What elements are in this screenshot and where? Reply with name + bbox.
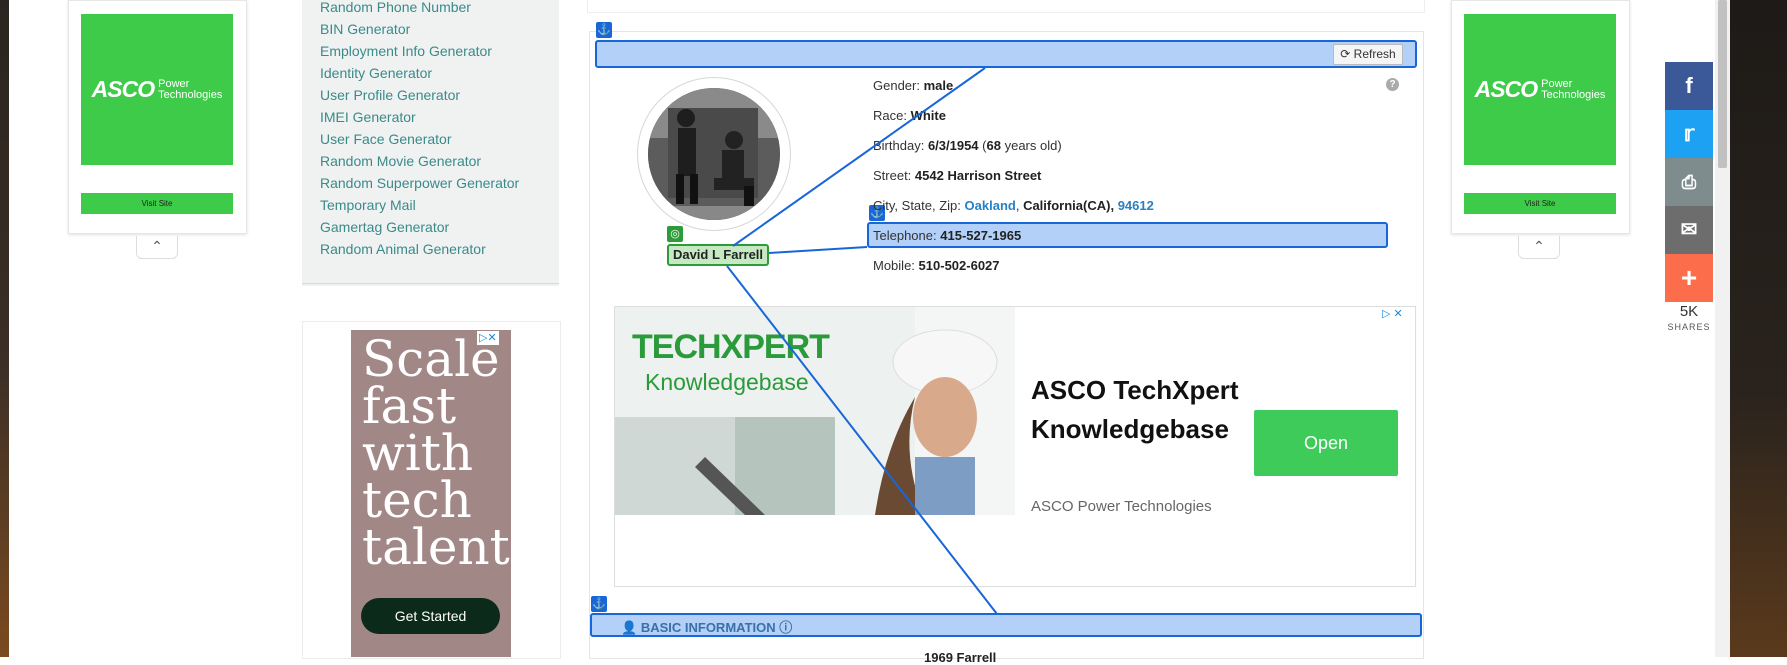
avatar bbox=[648, 88, 780, 220]
divider bbox=[302, 283, 559, 284]
anchor-icon: ⚓ bbox=[596, 22, 612, 38]
link-random-superpower-generator[interactable]: Random Superpower Generator bbox=[320, 175, 519, 191]
print-button[interactable]: ⎙ bbox=[1665, 158, 1713, 206]
link-bin-generator[interactable]: BIN Generator bbox=[320, 21, 410, 37]
gender-field: Gender: male bbox=[873, 78, 954, 93]
banner-ad-headline: ASCO TechXpert Knowledgebase bbox=[1031, 375, 1239, 444]
link-random-phone-number[interactable]: Random Phone Number bbox=[320, 0, 471, 15]
help-icon[interactable]: ? bbox=[1386, 78, 1399, 91]
get-started-button[interactable]: Get Started bbox=[361, 598, 500, 634]
techxpert-subtitle: Knowledgebase bbox=[645, 369, 809, 395]
banner-ad-advertiser: ASCO Power Technologies bbox=[1031, 498, 1212, 515]
link-user-face-generator[interactable]: User Face Generator bbox=[320, 131, 452, 147]
link-random-movie-generator[interactable]: Random Movie Generator bbox=[320, 153, 481, 169]
help-icon[interactable]: ⓘ bbox=[779, 620, 792, 635]
asco-logo: ASCO Power Technologies bbox=[1464, 14, 1616, 165]
city-state-zip-field: City, State, Zip: Oakland, California(CA… bbox=[873, 198, 1154, 213]
email-share-button[interactable]: ✉ bbox=[1665, 206, 1713, 254]
link-random-animal-generator[interactable]: Random Animal Generator bbox=[320, 241, 486, 257]
refresh-button[interactable]: ⟳ Refresh bbox=[1333, 44, 1403, 65]
ad-choices-icon[interactable]: ▷ ✕ bbox=[1380, 307, 1405, 321]
shares-label: SHARES bbox=[1667, 322, 1711, 332]
link-imei-generator[interactable]: IMEI Generator bbox=[320, 109, 416, 125]
card-header-highlight bbox=[595, 40, 1417, 68]
tall-ad[interactable]: Scale fast with tech talent Get Started bbox=[351, 330, 511, 657]
anchor-icon: ⚓ bbox=[591, 596, 607, 612]
banner-ad[interactable]: TECHXPERT Knowledgebase ASCO TechXpert K… bbox=[614, 306, 1416, 587]
tall-ad-headline: Scale fast with tech talent bbox=[362, 330, 510, 576]
street-field: Street: 4542 Harrison Street bbox=[873, 168, 1042, 183]
scrollbar-thumb[interactable] bbox=[1718, 0, 1727, 168]
side-ad-right[interactable]: ASCO Power Technologies Visit Site bbox=[1451, 0, 1630, 234]
more-share-button[interactable]: + bbox=[1665, 254, 1713, 302]
zip-link[interactable]: 94612 bbox=[1118, 198, 1154, 213]
side-ad-left[interactable]: ASCO Power Technologies Visit Site bbox=[68, 0, 247, 234]
collapse-ad-left-button[interactable]: ⌃ bbox=[136, 236, 178, 259]
race-field: Race: White bbox=[873, 108, 946, 123]
visit-site-button[interactable]: Visit Site bbox=[81, 193, 233, 214]
vertical-scrollbar[interactable] bbox=[1715, 0, 1730, 657]
link-temporary-mail[interactable]: Temporary Mail bbox=[320, 197, 416, 213]
visit-site-button[interactable]: Visit Site bbox=[1464, 193, 1616, 214]
share-count: 5K bbox=[1679, 303, 1699, 320]
ad-photo: TECHXPERT Knowledgebase bbox=[615, 307, 1015, 515]
link-gamertag-generator[interactable]: Gamertag Generator bbox=[320, 219, 449, 235]
link-user-profile-generator[interactable]: User Profile Generator bbox=[320, 87, 460, 103]
previous-card-edge bbox=[587, 0, 1425, 13]
twitter-share-button[interactable]: 𝕣 bbox=[1665, 110, 1713, 158]
facebook-share-button[interactable]: f bbox=[1665, 62, 1713, 110]
techxpert-logo: TECHXPERT bbox=[632, 328, 830, 366]
birthday-field: Birthday: 6/3/1954 (68 years old) bbox=[873, 138, 1062, 153]
desktop-edge-left bbox=[0, 0, 9, 657]
link-employment-info-generator[interactable]: Employment Info Generator bbox=[320, 43, 492, 59]
person-name: David L Farrell bbox=[667, 244, 769, 266]
telephone-field: Telephone: 415-527-1965 bbox=[873, 228, 1022, 243]
target-icon: ◎ bbox=[667, 226, 683, 242]
link-identity-generator[interactable]: Identity Generator bbox=[320, 65, 432, 81]
open-button[interactable]: Open bbox=[1254, 410, 1398, 476]
basic-info-first-line: 1969 Farrell bbox=[924, 650, 997, 665]
mobile-field: Mobile: 510-502-6027 bbox=[873, 258, 1000, 273]
basic-info-header: 👤 BASIC INFORMATION ⓘ bbox=[621, 620, 793, 635]
desktop-edge-right bbox=[1730, 0, 1787, 657]
ad-choices-icon[interactable]: ▷✕ bbox=[477, 331, 499, 345]
asco-logo: ASCO Power Technologies bbox=[81, 14, 233, 165]
city-link[interactable]: Oakland bbox=[965, 198, 1016, 213]
collapse-ad-right-button[interactable]: ⌃ bbox=[1518, 236, 1560, 259]
